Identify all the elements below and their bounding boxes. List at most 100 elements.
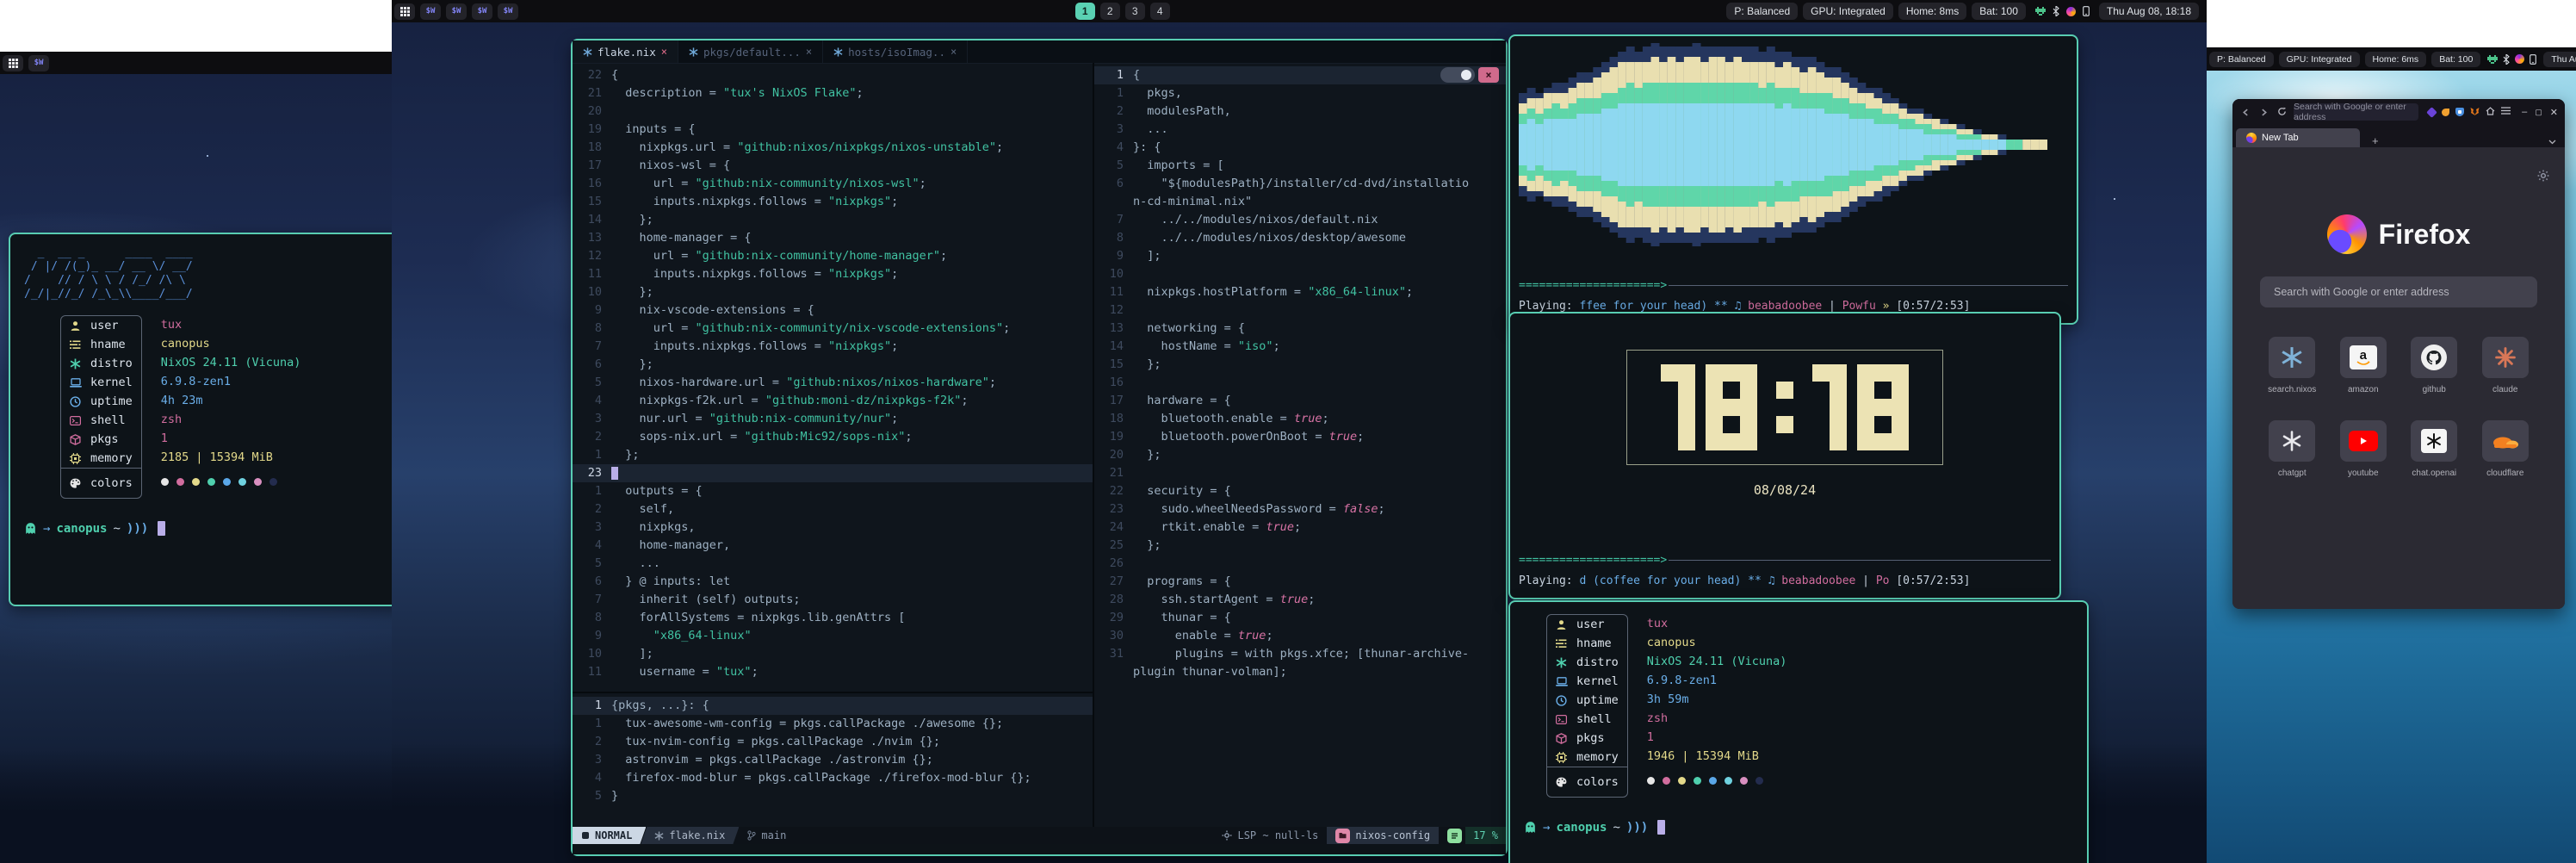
shortcut-tile-chatgpt[interactable]: chatgpt — [2269, 420, 2315, 478]
extension-icon-shield[interactable] — [2455, 108, 2464, 116]
clock-digit — [1776, 364, 1793, 450]
terminal-window-fetch-right[interactable]: userhnamedistrokerneluptimeshellpkgsmemo… — [1508, 600, 2089, 863]
nix-snowflake-icon — [833, 47, 843, 57]
workspace-button-4[interactable]: 4 — [1150, 3, 1170, 20]
app-shortcut-button[interactable]: $W — [498, 3, 518, 20]
close-button[interactable]: ✕ — [2550, 107, 2558, 118]
invader-icon[interactable] — [2487, 55, 2498, 64]
grid-icon — [400, 7, 410, 16]
tab-list-chevron-icon[interactable] — [2548, 137, 2556, 147]
profile-icon[interactable] — [2515, 54, 2524, 64]
bluetooth-icon[interactable] — [2503, 54, 2510, 65]
editor-tab-hosts-isoImag-[interactable]: hosts/isoImag..× — [823, 40, 968, 63]
code-line: 9 ]; — [1094, 247, 1506, 265]
shortcut-tile-youtube[interactable]: youtube — [2340, 420, 2387, 478]
shortcut-tile-claude[interactable]: claude — [2482, 337, 2529, 394]
code-line: 12 — [1094, 301, 1506, 320]
buffer-iso-image-nix[interactable]: 1{1 pkgs,2 modulesPath,3 ...4}: {5 impor… — [1094, 63, 1506, 681]
close-tab-icon[interactable]: × — [661, 46, 667, 58]
clock-module: Thu Aug 08, 18:18 — [2099, 3, 2199, 20]
code-line: 1 outputs = { — [573, 482, 1093, 500]
fetch-info-box: userhnamedistrokerneluptimeshellpkgsmemo… — [60, 315, 142, 499]
workspace-button-2[interactable]: 2 — [1100, 3, 1120, 20]
workspace-button-1[interactable]: 1 — [1075, 3, 1095, 20]
extension-icon-purple[interactable] — [2426, 107, 2437, 118]
playing-segment: beabadoobee — [1781, 574, 1855, 587]
close-tab-icon[interactable]: × — [951, 46, 957, 58]
buffer-flake-nix[interactable]: 22{21 description = "tux's NixOS Flake";… — [573, 63, 1093, 693]
bar-module: Bat: 100 — [1972, 3, 2026, 20]
workspace-button-3[interactable]: 3 — [1125, 3, 1145, 20]
forward-button[interactable] — [2257, 106, 2269, 119]
separator-text: =====================> — [1519, 554, 1667, 567]
shortcut-tile-cloudflare[interactable]: cloudflare — [2482, 420, 2529, 478]
pane-right[interactable]: × 1{1 pkgs,2 modulesPath,3 ...4}: {5 imp… — [1094, 63, 1506, 827]
branch-label: main — [761, 829, 786, 841]
extension-icon-metamask[interactable] — [2470, 107, 2480, 118]
firefox-window[interactable]: Search with Google or enter address – ▢ … — [2232, 99, 2565, 609]
shortcut-tile-github[interactable]: github — [2411, 337, 2457, 394]
home-icon[interactable] — [2486, 107, 2495, 118]
app-icon: $W — [478, 7, 487, 16]
editor-tab-pkgs-default-[interactable]: pkgs/default...× — [678, 40, 823, 63]
phone-icon[interactable] — [2530, 54, 2536, 65]
pane-left[interactable]: 22{21 description = "tux's NixOS Flake";… — [573, 63, 1094, 827]
tile-label: cloudflare — [2486, 469, 2523, 478]
playing-segment: | — [1822, 300, 1842, 313]
minimize-button[interactable]: – — [2522, 107, 2527, 117]
close-pane-button[interactable]: × — [1478, 67, 1499, 83]
nix-snowflake-icon — [654, 831, 664, 841]
gear-icon — [1222, 830, 1232, 841]
tab-new-tab[interactable]: New Tab — [2236, 128, 2360, 147]
phone-icon[interactable] — [2083, 6, 2090, 16]
fetch-row-colors: colors — [1547, 767, 1627, 797]
address-bar[interactable]: Search with Google or enter address — [2294, 103, 2418, 121]
terminal-window-cava[interactable]: =====================> Playing: ffee for… — [1508, 34, 2078, 325]
extension-icon-orange[interactable] — [2442, 109, 2449, 116]
playing-segment: beabadoobee — [1748, 300, 1822, 313]
menu-icon[interactable] — [2501, 107, 2511, 117]
app-shortcut-button[interactable]: $W — [420, 3, 441, 20]
invader-icon[interactable] — [2035, 7, 2046, 16]
search-input[interactable]: Search with Google or enter address — [2260, 276, 2537, 307]
app-shortcut-button[interactable]: $W — [472, 3, 492, 20]
buffer-pkgs-default-nix[interactable]: 1{pkgs, ...}: {1 tux-awesome-wm-config =… — [573, 693, 1093, 805]
profile-icon[interactable] — [2066, 7, 2076, 16]
app-shortcut-button[interactable]: $W — [28, 55, 49, 71]
terminal-window-fetch-left[interactable]: _ __ _ ____ ____ / |/ /(_)_ __/ __ \/ __… — [9, 233, 392, 606]
close-tab-icon[interactable]: × — [806, 46, 812, 58]
app-launcher-button[interactable] — [3, 55, 23, 71]
terminal-window-clock[interactable]: 08/08/24 =====================> Playing:… — [1508, 312, 2061, 599]
bar-module: Bat: 100 — [2431, 52, 2480, 67]
bluetooth-icon[interactable] — [2053, 6, 2059, 16]
fetch-value-user: tux — [1647, 614, 1787, 633]
back-button[interactable] — [2239, 106, 2251, 119]
mode-segment: NORMAL — [573, 827, 646, 844]
list-icon — [1556, 639, 1569, 649]
lines-chip — [1447, 829, 1462, 843]
shortcut-tile-amazon[interactable]: aamazon — [2340, 337, 2387, 394]
editor-tab-flake-nix[interactable]: flake.nix × — [573, 40, 678, 63]
clock-module: Thu Aug 08, 18:39 — [2543, 52, 2576, 67]
user-icon — [1556, 619, 1569, 630]
fetch-label: colors — [1576, 775, 1619, 789]
personalize-gear-icon[interactable] — [2537, 170, 2549, 184]
tab-label: flake.nix — [598, 46, 656, 59]
maximize-button[interactable]: ▢ — [2535, 108, 2542, 117]
new-tab-button[interactable]: + — [2372, 134, 2379, 147]
code-line: 8 ../../modules/nixos/desktop/awesome — [1094, 229, 1506, 247]
app-shortcut-button[interactable]: $W — [446, 3, 467, 20]
code-line: 19 bluetooth.powerOnBoot = true; — [1094, 428, 1506, 446]
box-icon — [1556, 733, 1569, 744]
code-line: plugin thunar-volman]; — [1094, 663, 1506, 681]
neovim-editor-window[interactable]: flake.nix×pkgs/default...×hosts/isoImag.… — [571, 39, 1508, 856]
toggle-button[interactable] — [1440, 67, 1475, 83]
fetch-row-user: user — [61, 316, 141, 335]
folder-chip — [1335, 829, 1350, 843]
app-launcher-button[interactable] — [394, 3, 415, 20]
code-line: n-cd-minimal.nix" — [1094, 193, 1506, 211]
shortcut-tile-chat.openai[interactable]: chat.openai — [2411, 420, 2457, 478]
reload-button[interactable] — [2276, 106, 2288, 119]
code-line: 11 inputs.nixpkgs.follows = "nixpkgs"; — [573, 265, 1093, 283]
shortcut-tile-search.nixos[interactable]: search.nixos — [2268, 337, 2316, 394]
